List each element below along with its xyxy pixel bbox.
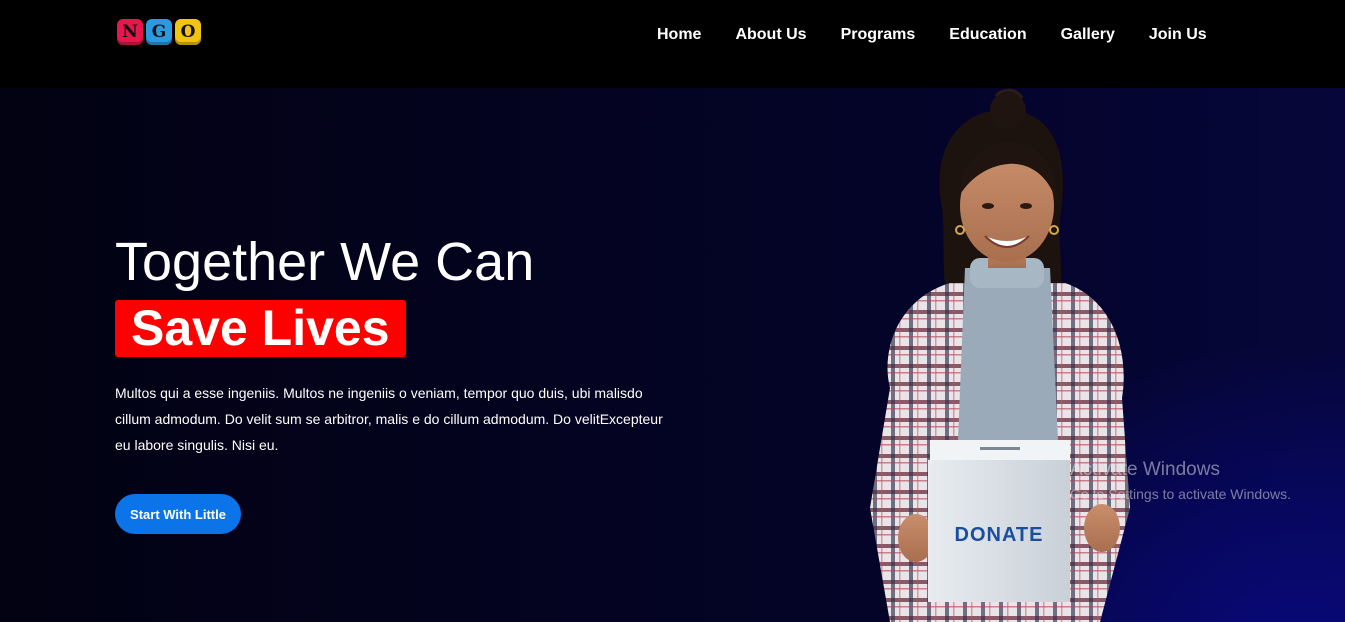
hero-title-highlight: Save Lives [115,300,406,357]
hero-description: Multos qui a esse ingeniis. Multos ne in… [115,385,663,453]
watermark-title: Activate Windows [1070,459,1220,480]
nav-programs[interactable]: Programs [841,26,916,44]
woman-with-donation-box-image: DONATE [870,88,1130,622]
donate-box-label: DONATE [955,524,1044,546]
page: N G O Home About Us Programs Education G… [0,0,1345,622]
watermark-subtitle: Go to Settings to activate Windows. [1070,486,1291,502]
nav-about-us[interactable]: About Us [735,26,806,44]
logo-tile-o: O [175,19,201,45]
start-with-little-button[interactable]: Start With Little [115,494,241,534]
nav-home[interactable]: Home [657,26,701,44]
site-header: N G O Home About Us Programs Education G… [0,0,1345,88]
nav-gallery[interactable]: Gallery [1061,26,1115,44]
nav-join-us[interactable]: Join Us [1149,26,1207,44]
main-nav: Home About Us Programs Education Gallery… [657,26,1207,44]
nav-education[interactable]: Education [949,26,1026,44]
hero-title: Together We Can [115,232,535,292]
logo-tile-g: G [146,19,172,45]
logo-tile-n: N [117,19,143,45]
windows-activation-watermark: Activate Windows Go to Settings to activ… [1070,458,1291,504]
hero-section: Together We Can Save Lives Multos qui a … [0,88,1345,622]
ngo-logo[interactable]: N G O [117,19,201,45]
